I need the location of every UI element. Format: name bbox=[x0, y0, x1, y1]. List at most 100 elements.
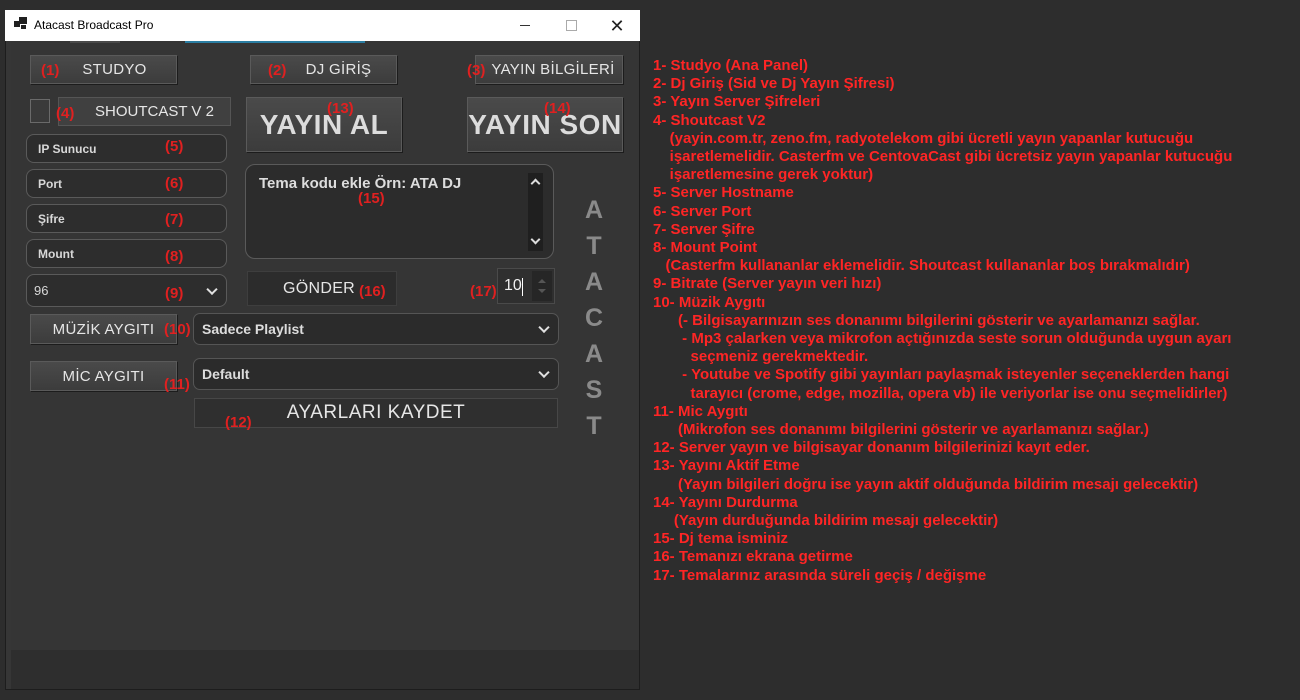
scroll-down-icon[interactable] bbox=[530, 234, 541, 245]
note-line: 12- Server yayın ve bilgisayar donanım b… bbox=[653, 439, 1090, 457]
accent-strip bbox=[185, 41, 365, 43]
note-line: 5- Server Hostname bbox=[653, 184, 794, 202]
stream-info-button[interactable]: YAYIN BİLGİLERİ bbox=[475, 55, 623, 84]
stream-info-label: YAYIN BİLGİLERİ bbox=[491, 61, 615, 78]
note-line: (yayin.com.tr, zeno.fm, radyotelekom gib… bbox=[653, 129, 1194, 147]
note-line: 16- Temanızı ekrana getirme bbox=[653, 548, 853, 566]
stepper-down-icon[interactable] bbox=[538, 289, 546, 293]
music-device-select[interactable]: Sadece Playlist bbox=[193, 313, 559, 345]
note-line: (Mikrofon ses donanımı bilgilerini göste… bbox=[653, 421, 1149, 439]
bitrate-select[interactable]: 96 bbox=[26, 274, 227, 307]
note-line: 11- Mic Aygıtı bbox=[653, 402, 748, 420]
note-line: (Yayın durduğunda bildirim mesajı gelece… bbox=[653, 512, 999, 530]
minimize-icon bbox=[520, 25, 530, 26]
note-line: 2- Dj Giriş (Sid ve Dj Yayın Şifresi) bbox=[653, 75, 895, 93]
brand-letter: A bbox=[584, 196, 604, 224]
marker-10: (10) bbox=[164, 321, 191, 338]
note-line: 1- Studyo (Ana Panel) bbox=[653, 57, 809, 74]
marker-9: (9) bbox=[165, 285, 184, 302]
port-placeholder: Port bbox=[38, 176, 62, 191]
studio-button-label: STUDYO bbox=[82, 61, 147, 78]
dj-login-label: DJ GİRİŞ bbox=[305, 61, 372, 78]
chevron-down-icon bbox=[538, 366, 550, 379]
maximize-icon bbox=[565, 20, 577, 31]
mount-field[interactable]: Mount bbox=[26, 239, 227, 268]
note-line: tarayıcı (crome, edge, mozilla, opera vb… bbox=[653, 384, 1228, 402]
note-line: 10- Müzik Aygıtı bbox=[653, 293, 766, 311]
brand-letter: T bbox=[586, 412, 602, 440]
close-button[interactable]: ✕ bbox=[594, 10, 640, 41]
note-line: 7- Server Şifre bbox=[653, 220, 755, 238]
marker-4: (4) bbox=[56, 105, 75, 122]
interval-value: 10 bbox=[504, 277, 522, 294]
mic-device-label: MİC AYGITI bbox=[62, 367, 145, 385]
maximize-button[interactable] bbox=[548, 10, 594, 41]
ip-server-field[interactable]: IP Sunucu bbox=[26, 134, 227, 163]
marker-5: (5) bbox=[165, 138, 184, 155]
ip-server-placeholder: IP Sunucu bbox=[38, 141, 97, 156]
port-field[interactable]: Port bbox=[26, 169, 227, 198]
minimize-button[interactable] bbox=[502, 10, 548, 41]
password-field[interactable]: Şifre bbox=[26, 204, 227, 233]
note-line: (Yayın bilgileri doğru ise yayın aktif o… bbox=[653, 475, 1199, 493]
mic-device-button[interactable]: MİC AYGITI bbox=[30, 361, 177, 391]
note-line: (Casterfm kullananlar eklemelidir. Shout… bbox=[653, 257, 1190, 275]
marker-17: (17) bbox=[470, 283, 497, 300]
shoutcast-v2-label-box: SHOUTCAST V 2 bbox=[58, 97, 231, 126]
brand-letter: C bbox=[584, 304, 604, 332]
text-cursor bbox=[522, 278, 523, 296]
marker-12: (12) bbox=[225, 414, 252, 431]
brand-letter: T bbox=[586, 232, 602, 260]
note-line: 15- Dj tema isminiz bbox=[653, 530, 789, 548]
shoutcast-v2-label: SHOUTCAST V 2 bbox=[95, 103, 214, 120]
go-live-button[interactable]: YAYIN AL bbox=[246, 97, 402, 152]
theme-textarea[interactable]: Tema kodu ekle Örn: ATA DJ bbox=[245, 164, 554, 259]
window-title: Atacast Broadcast Pro bbox=[34, 18, 154, 32]
scroll-up-icon[interactable] bbox=[530, 178, 541, 189]
note-line: 14- Yayını Durdurma bbox=[653, 493, 798, 511]
marker-11: (11) bbox=[164, 376, 190, 393]
interval-stepper[interactable]: 10 bbox=[497, 268, 555, 304]
marker-8: (8) bbox=[165, 248, 184, 265]
mic-device-value: Default bbox=[202, 366, 250, 382]
shoutcast-checkbox[interactable] bbox=[30, 99, 50, 123]
note-line: işaretlemesine gerek yoktur) bbox=[653, 166, 874, 184]
music-device-label: MÜZİK AYGITI bbox=[52, 320, 155, 338]
marker-6: (6) bbox=[165, 175, 184, 192]
bitrate-value: 96 bbox=[34, 283, 49, 298]
note-line: 17- Temalarınız arasında süreli geçiş / … bbox=[653, 566, 987, 584]
note-line: 9- Bitrate (Server yayın veri hızı) bbox=[653, 275, 882, 293]
send-label: GÖNDER bbox=[283, 279, 356, 297]
chevron-down-icon bbox=[206, 283, 218, 295]
note-line: işaretlemelidir. Casterfm ve CentovaCast… bbox=[653, 148, 1233, 166]
textarea-scrollbar[interactable] bbox=[528, 173, 543, 251]
note-line: 3- Yayın Server Şifreleri bbox=[653, 93, 821, 111]
marker-15: (15) bbox=[358, 190, 385, 207]
marker-7: (7) bbox=[165, 211, 184, 228]
note-line: (- Bilgisayarınızın ses donanımı bilgile… bbox=[653, 311, 1200, 329]
note-line: 6- Server Port bbox=[653, 202, 752, 220]
note-line: 8- Mount Point bbox=[653, 239, 758, 257]
marker-1: (1) bbox=[41, 62, 60, 79]
window-footer bbox=[11, 650, 639, 689]
note-line: seçmeniz gerekmektedir. bbox=[653, 348, 869, 366]
go-live-label: YAYIN AL bbox=[259, 108, 389, 140]
save-settings-label: AYARLARI KAYDET bbox=[286, 402, 466, 423]
stepper-up-icon[interactable] bbox=[538, 279, 546, 283]
brand-letter: S bbox=[585, 376, 603, 404]
note-line: 13- Yayını Aktif Etme bbox=[653, 457, 800, 475]
stepper-buttons[interactable] bbox=[532, 271, 552, 301]
vertical-brand: A T A C A S T bbox=[580, 192, 608, 444]
chevron-down-icon bbox=[538, 321, 550, 334]
marker-13: (13) bbox=[327, 100, 354, 117]
mic-device-select[interactable]: Default bbox=[193, 358, 559, 390]
brand-letter: A bbox=[584, 340, 604, 368]
close-icon: ✕ bbox=[609, 15, 625, 36]
accent-strip-dark bbox=[70, 41, 120, 43]
marker-3: (3) bbox=[467, 62, 486, 79]
app-icon bbox=[14, 17, 27, 30]
mount-placeholder: Mount bbox=[38, 246, 74, 261]
note-line: 4- Shoutcast V2 bbox=[653, 111, 766, 129]
music-device-button[interactable]: MÜZİK AYGITI bbox=[30, 314, 177, 344]
note-line: - Mp3 çalarken veya mikrofon açtığınızda… bbox=[653, 330, 1232, 348]
